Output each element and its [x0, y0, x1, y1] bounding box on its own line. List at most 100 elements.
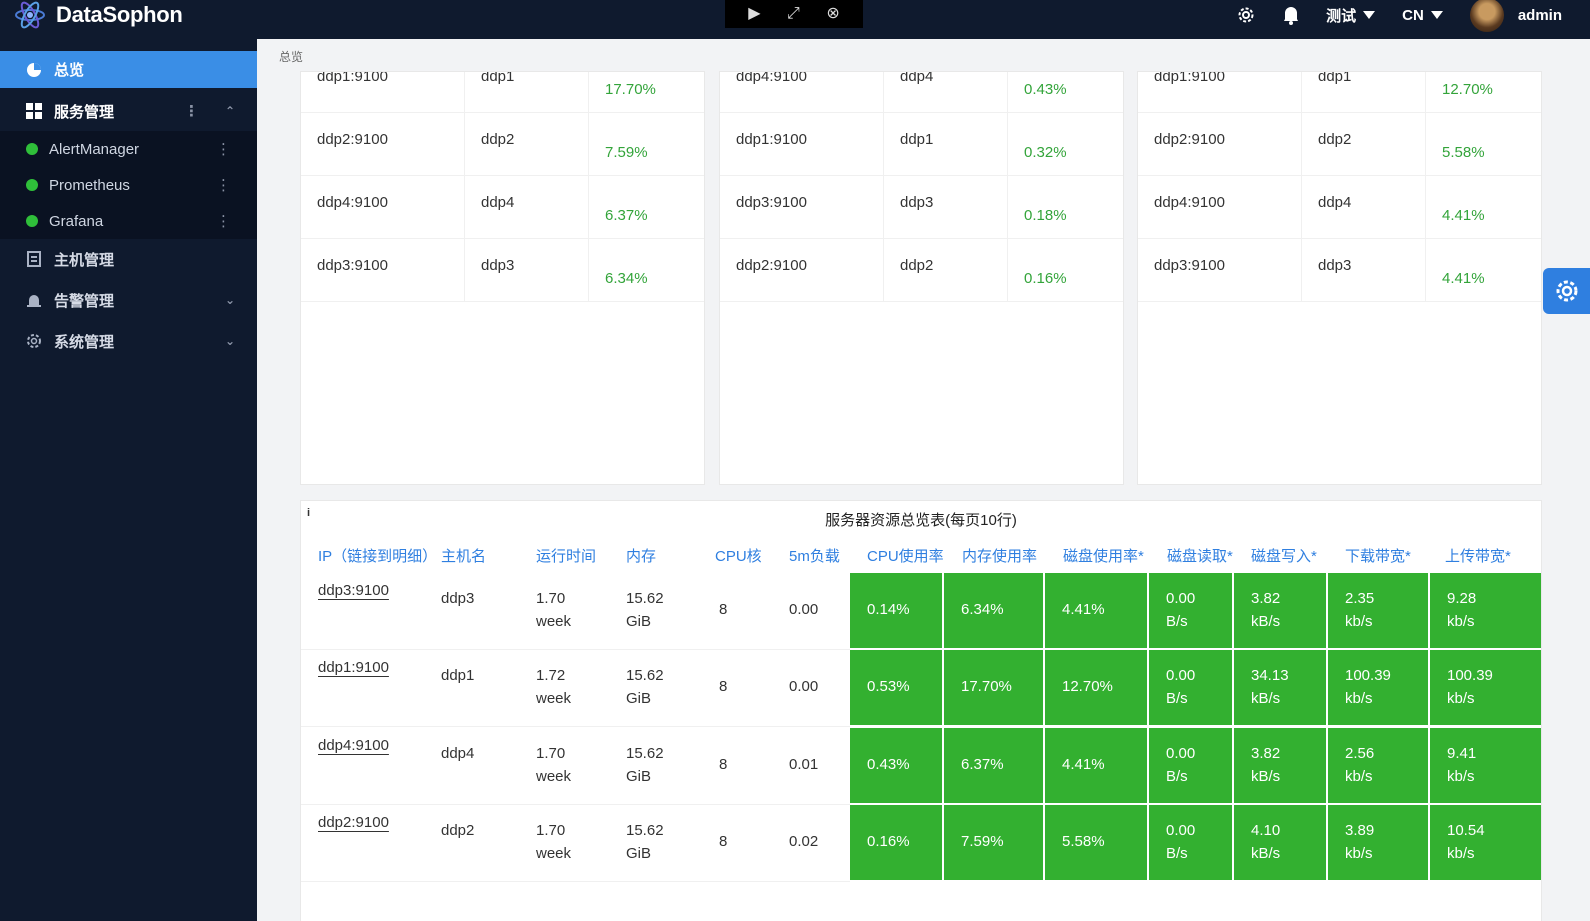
- metric-unit: kB/s: [1251, 613, 1281, 630]
- column-header[interactable]: 运行时间: [536, 545, 596, 566]
- sidebar-group-services[interactable]: 服务管理 ⋮ ⌃: [0, 91, 257, 131]
- column-header[interactable]: 磁盘写入*: [1251, 545, 1317, 566]
- sidebar-item-label: 告警管理: [54, 292, 115, 310]
- mem-use-cell: 17.70%: [944, 650, 1045, 727]
- column-header[interactable]: 主机名: [441, 545, 486, 566]
- memory-unit: GiB: [626, 613, 652, 630]
- username: admin: [1517, 6, 1562, 24]
- metric-value: 5.58%: [1062, 833, 1105, 850]
- column-header[interactable]: 磁盘读取*: [1167, 545, 1233, 566]
- sidebar-item-label: 系统管理: [54, 333, 115, 351]
- chevron-down-icon[interactable]: ⌄: [225, 293, 235, 307]
- more-icon[interactable]: ⋮: [216, 212, 231, 230]
- chevron-up-icon[interactable]: ⌃: [225, 104, 235, 118]
- sidebar-item-system[interactable]: 系统管理 ⌄: [0, 322, 257, 360]
- play-icon[interactable]: ▶: [748, 6, 760, 22]
- memory-value: 15.62: [626, 745, 664, 762]
- column-header[interactable]: CPU核: [715, 545, 762, 566]
- up-cell: 9.28 kb/s: [1430, 573, 1541, 650]
- column-header[interactable]: 上传带宽*: [1445, 545, 1511, 566]
- column-header[interactable]: 内存使用率: [962, 545, 1037, 566]
- disk-use-cell: 4.41%: [1045, 573, 1149, 650]
- table-row: ddp2:9100 ddp2 7.59%: [301, 113, 704, 176]
- column-header[interactable]: CPU使用率: [867, 545, 944, 566]
- status-dot: [26, 215, 38, 227]
- metric-value: 6.37%: [961, 756, 1004, 773]
- mem-use-cell: 6.37%: [944, 728, 1045, 805]
- hostname-cell: ddp1: [481, 71, 515, 85]
- column-header[interactable]: 5m负载: [789, 545, 840, 566]
- host-detail-link[interactable]: ddp2:9100: [318, 811, 389, 834]
- hostname-cell: ddp3: [441, 590, 475, 607]
- more-icon[interactable]: ⋮: [216, 176, 231, 194]
- metric-value: 0.00: [1166, 745, 1196, 762]
- percent-value-cell: 5.58%: [1442, 144, 1485, 161]
- grid-icon: [26, 103, 42, 119]
- hostname-cell: ddp1: [900, 131, 934, 148]
- status-dot: [26, 143, 38, 155]
- metric-value: 6.34%: [961, 601, 1004, 618]
- host-ip-cell: ddp2:9100: [736, 257, 807, 274]
- table-row: ddp1:9100 ddp1 17.70%: [301, 71, 704, 113]
- column-header[interactable]: 下载带宽*: [1345, 545, 1411, 566]
- cpu-cores-cell: 8: [719, 601, 728, 618]
- metric-value: 3.82: [1251, 590, 1281, 607]
- metric-value: 2.35: [1345, 590, 1375, 607]
- gear-icon: [27, 334, 41, 348]
- host-ip-cell: ddp1:9100: [736, 131, 807, 148]
- uptime-value: 1.72: [536, 667, 566, 684]
- sidebar-item-alertmanager[interactable]: AlertManager ⋮: [0, 131, 257, 167]
- host-detail-link[interactable]: ddp3:9100: [318, 579, 389, 602]
- language-select[interactable]: CN: [1402, 7, 1444, 24]
- disk-write-cell: 34.13 kB/s: [1234, 650, 1328, 727]
- metric-unit: B/s: [1166, 845, 1188, 862]
- user-menu[interactable]: admin: [1469, 0, 1562, 32]
- sidebar-item-hosts[interactable]: 主机管理: [0, 241, 257, 277]
- caret-down-icon: [1430, 11, 1443, 19]
- settings-drawer-button[interactable]: [1543, 268, 1590, 314]
- uptime-unit: week: [536, 613, 572, 630]
- hostname-cell: ddp2: [441, 822, 475, 839]
- sidebar-item-label: 总览: [54, 62, 85, 79]
- atom-logo-icon: [15, 1, 45, 29]
- hostname-cell: ddp3: [1318, 257, 1352, 274]
- column-header[interactable]: 磁盘使用率*: [1063, 545, 1144, 566]
- notifications-button[interactable]: [1282, 5, 1300, 25]
- more-icon[interactable]: ⋮: [184, 102, 199, 120]
- close-icon[interactable]: ⊗: [826, 6, 839, 22]
- hostname-cell: ddp1: [1318, 71, 1352, 85]
- cpu-use-cell: 0.14%: [850, 573, 944, 650]
- up-cell: 100.39 kb/s: [1430, 650, 1541, 727]
- chevron-down-icon[interactable]: ⌄: [225, 334, 235, 348]
- mem-use-cell: 7.59%: [944, 805, 1045, 882]
- column-header[interactable]: IP（链接到明细）: [318, 545, 437, 566]
- more-icon[interactable]: ⋮: [216, 140, 231, 158]
- settings-button[interactable]: [1236, 5, 1256, 25]
- disk-write-cell: 3.82 kB/s: [1234, 728, 1328, 805]
- disk-use-cell: 4.41%: [1045, 728, 1149, 805]
- logo[interactable]: DataSophon: [14, 0, 183, 30]
- host-detail-link[interactable]: ddp4:9100: [318, 734, 389, 757]
- column-header[interactable]: 内存: [626, 545, 656, 566]
- sidebar-item-prometheus[interactable]: Prometheus ⋮: [0, 167, 257, 203]
- cluster-select[interactable]: 测试: [1326, 5, 1376, 26]
- ranking-card-disk: ddp1:9100 ddp1 12.70% ddp2:9100 ddp2 5.58% ddp…: [1137, 71, 1542, 485]
- sidebar-item-grafana[interactable]: Grafana ⋮: [0, 203, 257, 239]
- expand-icon[interactable]: ⤢: [787, 6, 800, 22]
- main-content: 总览 ddp1:9100 ddp1 17.70% ddp2:9100 ddp2 7.59%…: [257, 39, 1590, 921]
- sidebar-item-alerts[interactable]: 告警管理 ⌄: [0, 281, 257, 319]
- metric-value: 4.41%: [1062, 601, 1105, 618]
- host-detail-link[interactable]: ddp1:9100: [318, 656, 389, 679]
- host-ip-cell: ddp2:9100: [1154, 131, 1225, 148]
- app-name: DataSophon: [56, 2, 183, 27]
- table-row: ddp2:9100 ddp2 5.58%: [1138, 113, 1541, 176]
- percent-value-cell: 7.59%: [605, 144, 648, 161]
- hostname-cell: ddp4: [1318, 194, 1352, 211]
- row-divider: [301, 804, 851, 805]
- host-ip-cell: ddp3:9100: [317, 257, 388, 274]
- table-row: ddp4:9100 ddp4 6.37%: [301, 176, 704, 239]
- memory-unit: GiB: [626, 768, 652, 785]
- disk-read-cell: 0.00 B/s: [1149, 728, 1234, 805]
- sidebar-item-overview[interactable]: 总览: [0, 51, 257, 88]
- uptime-unit: week: [536, 690, 572, 707]
